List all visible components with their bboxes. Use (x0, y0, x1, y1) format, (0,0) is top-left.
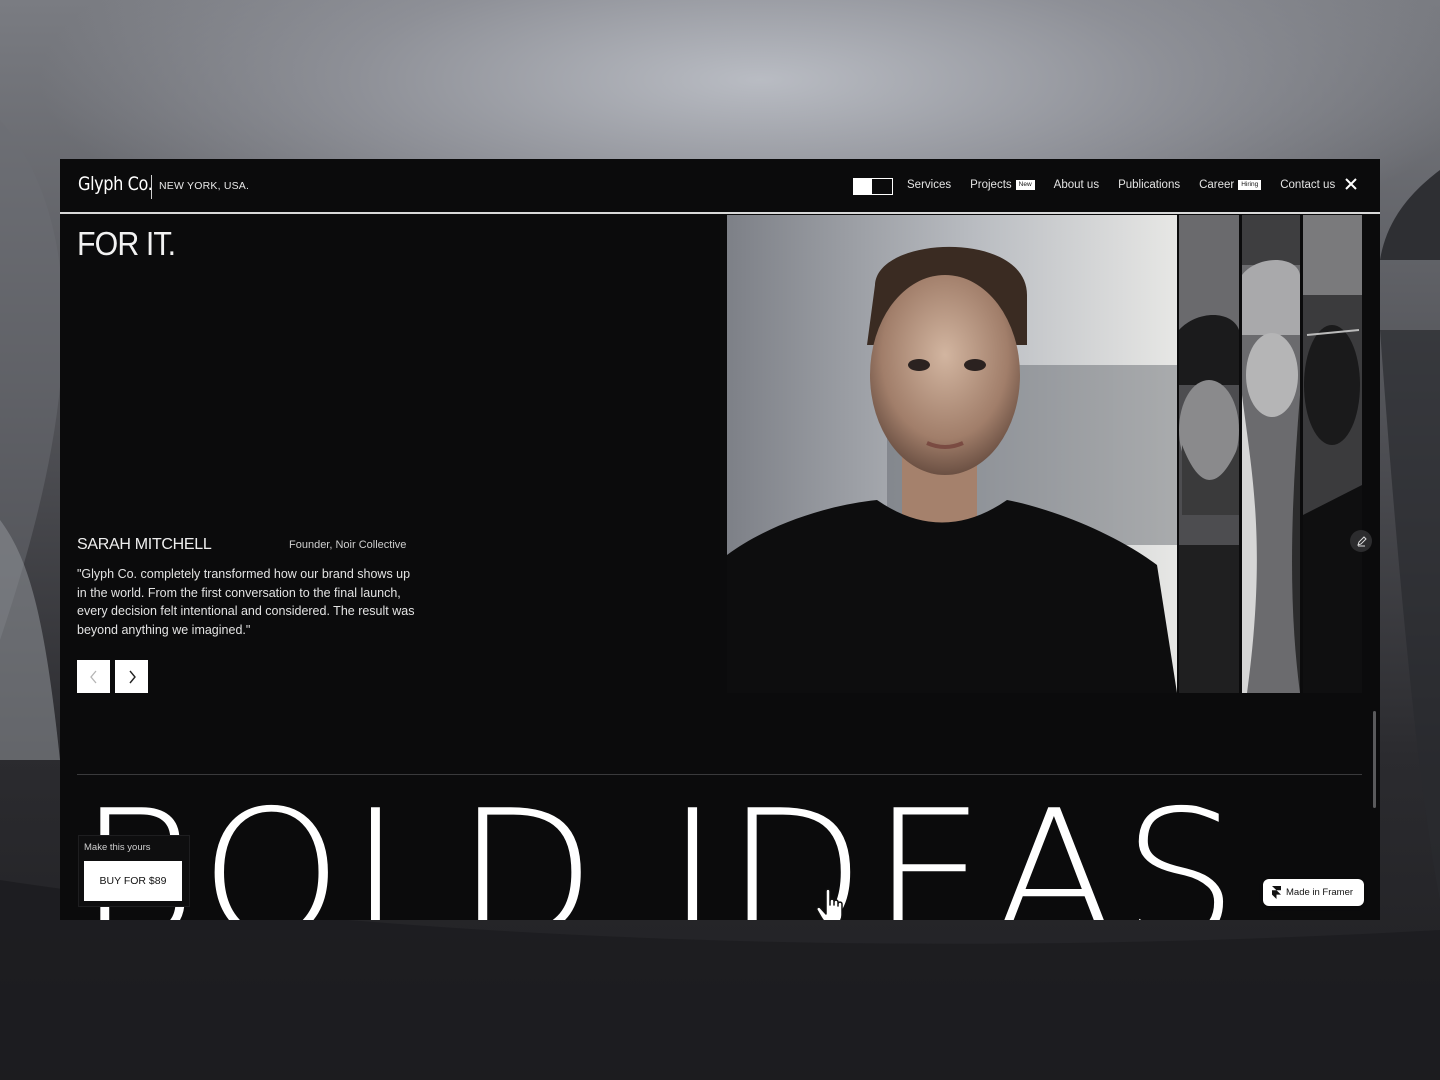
nav-item-label: Career (1199, 179, 1235, 191)
section-divider (77, 774, 1362, 775)
chevron-right-icon (128, 670, 136, 683)
chevron-left-icon (89, 670, 96, 683)
theme-toggle-icon[interactable] (853, 178, 893, 195)
hand-cursor-icon (816, 888, 843, 920)
buy-template-widget: Make this yours BUY FOR $89 (78, 835, 190, 907)
nav-item-contact-us[interactable]: Contact us (1280, 179, 1335, 191)
buy-caption: Make this yours (84, 842, 151, 853)
next-testimonial-button[interactable] (115, 660, 148, 693)
buy-button[interactable]: BUY FOR $89 (84, 861, 182, 901)
nav-item-projects[interactable]: Projects New (970, 179, 1035, 191)
browser-viewport: Glyph Co. NEW YORK, USA. Services Projec… (60, 159, 1380, 920)
portrait-strip-3 (1303, 215, 1362, 693)
nav-item-label: About us (1053, 179, 1100, 191)
nav-item-label: Publications (1118, 179, 1181, 191)
main-portrait (727, 215, 1177, 693)
top-navigation: Glyph Co. NEW YORK, USA. Services Projec… (60, 159, 1380, 214)
portrait-strip-1 (1179, 215, 1239, 693)
testimonial-quote: "Glyph Co. completely transformed how ou… (77, 567, 415, 637)
testimonial-photo-gallery[interactable] (727, 215, 1362, 693)
testimonial-name: SARAH MITCHELL (77, 536, 212, 553)
hiring-badge: Hiring (1238, 180, 1262, 190)
close-icon[interactable] (1342, 176, 1360, 194)
nav-menu: Services Projects New About us Publicati… (907, 179, 1354, 191)
nav-item-label: Services (907, 179, 952, 191)
brand-logo[interactable]: Glyph Co. (78, 173, 153, 195)
nav-item-services[interactable]: Services (907, 179, 951, 191)
bold-ideas-banner: BOLD IDEAS (78, 787, 1244, 920)
new-badge: New (1015, 180, 1035, 190)
nav-item-career[interactable]: Career Hiring (1199, 179, 1262, 191)
toggle-light-half (854, 179, 872, 194)
section-heading: FOR IT. (77, 225, 176, 262)
framer-badge-label: Made in Framer (1286, 887, 1354, 898)
nav-item-label: Projects (970, 179, 1012, 191)
testimonial-role: Founder, Noir Collective (289, 539, 407, 551)
toggle-dark-half (872, 179, 892, 194)
nav-item-label: Contact us (1280, 179, 1336, 191)
portrait-strip-2 (1242, 215, 1300, 693)
framer-logo-icon (1272, 886, 1281, 899)
location-label: NEW YORK, USA. (159, 180, 250, 192)
made-in-framer-badge[interactable]: Made in Framer (1263, 879, 1364, 906)
logo-divider (151, 175, 152, 199)
nav-item-publications[interactable]: Publications (1118, 179, 1180, 191)
previous-testimonial-button[interactable] (77, 660, 110, 693)
nav-item-about-us[interactable]: About us (1054, 179, 1099, 191)
edit-icon[interactable] (1350, 530, 1372, 552)
